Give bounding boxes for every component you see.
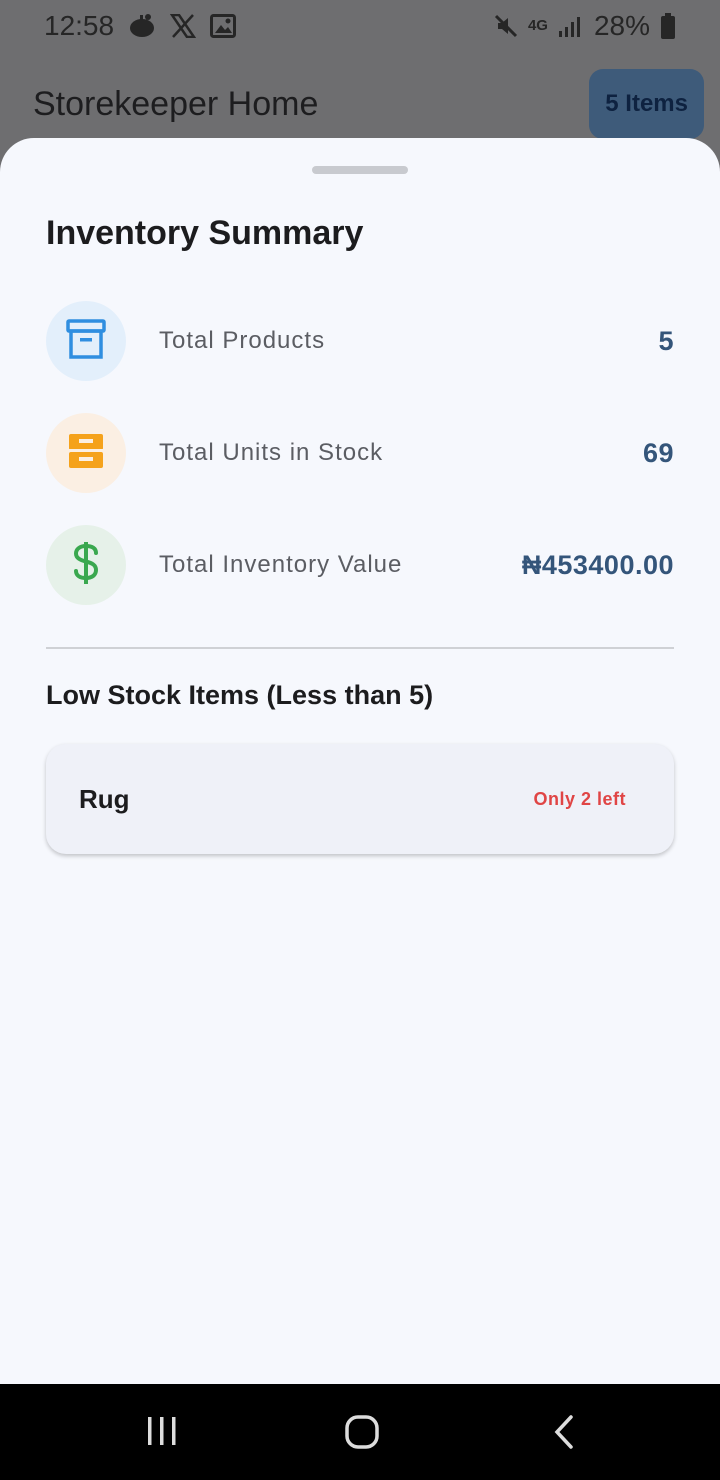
- x-icon: [170, 14, 197, 38]
- app-title: Storekeeper Home: [33, 84, 319, 123]
- clock: 12:58: [44, 10, 115, 41]
- back-chevron-icon: [552, 1414, 576, 1455]
- stat-icon-circle: [46, 413, 126, 493]
- low-stock-badge: Only 2 left: [533, 788, 626, 809]
- signal-icon: [558, 15, 584, 37]
- dollar-icon: [71, 541, 101, 589]
- stat-row-total-units: Total Units in Stock 69: [46, 413, 674, 493]
- stat-label: Total Products: [159, 327, 326, 354]
- archive-box-icon: [66, 318, 106, 364]
- section-divider: [46, 647, 674, 649]
- stat-row-total-products: Total Products 5: [46, 301, 674, 381]
- stat-value: 5: [658, 325, 674, 356]
- stat-icon-circle: [46, 301, 126, 381]
- status-left: 12:58: [44, 10, 237, 42]
- inventory-icon: [66, 431, 106, 476]
- back-button[interactable]: [552, 1414, 576, 1455]
- app-header: Storekeeper Home 5 Items: [0, 68, 720, 140]
- status-bar: 12:58 4G 28%: [0, 0, 720, 52]
- items-count-chip[interactable]: 5 Items: [589, 69, 704, 139]
- stat-label: Total Inventory Value: [159, 551, 403, 578]
- stat-label: Total Units in Stock: [159, 439, 384, 466]
- status-right: 4G 28%: [494, 10, 676, 42]
- home-icon: [344, 1414, 380, 1455]
- stat-value: ₦453400.00: [521, 549, 674, 580]
- stat-value: 69: [642, 437, 674, 468]
- stat-row-total-value: Total Inventory Value ₦453400.00: [46, 525, 674, 605]
- screen: 12:58 4G 28% Storekeeper Home 5 Items In…: [0, 0, 720, 1480]
- gallery-icon: [210, 14, 237, 38]
- inventory-summary-sheet: Inventory Summary Total Products 5 Total…: [0, 138, 720, 1384]
- battery-level: 28%: [593, 10, 650, 41]
- sheet-title: Inventory Summary: [46, 214, 364, 252]
- low-stock-item-name: Rug: [79, 783, 130, 814]
- notification-app-icon: [128, 13, 156, 39]
- mute-icon: [494, 14, 518, 38]
- low-stock-title: Low Stock Items (Less than 5): [46, 680, 434, 710]
- recent-apps-button[interactable]: [146, 1414, 178, 1453]
- low-stock-item[interactable]: Rug Only 2 left: [46, 744, 674, 854]
- system-navigation-bar: [0, 1384, 720, 1480]
- recent-apps-icon: [146, 1414, 178, 1453]
- network-type: 4G: [527, 17, 548, 34]
- home-button[interactable]: [344, 1414, 380, 1455]
- sheet-drag-handle[interactable]: [312, 166, 408, 174]
- battery-icon: [660, 13, 676, 39]
- stat-icon-circle: [46, 525, 126, 605]
